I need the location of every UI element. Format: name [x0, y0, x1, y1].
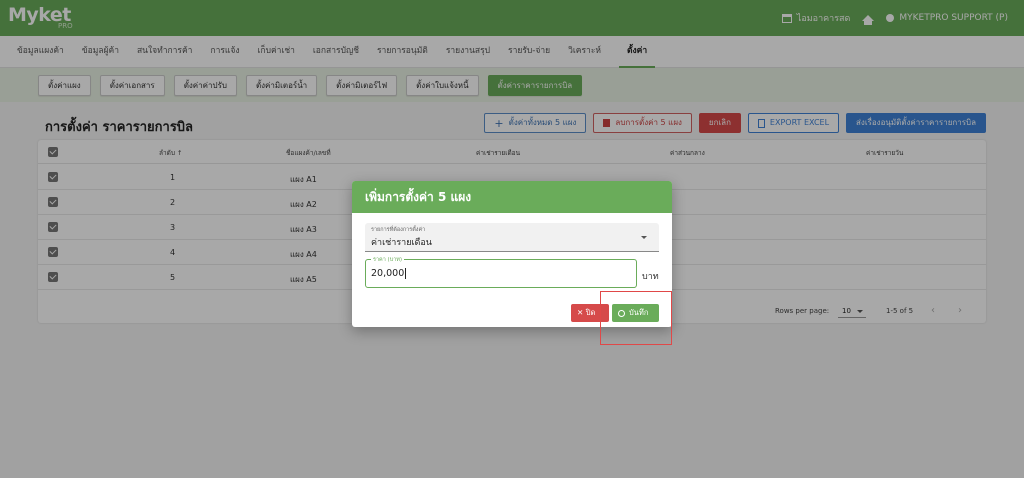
setting-item-select[interactable]: รายการที่ต้องการตั้งค่า ค่าเช่ารายเดือน	[365, 223, 659, 252]
close-label: ปิด	[585, 308, 596, 317]
setting-item-value: ค่าเช่ารายเดือน	[371, 238, 432, 248]
setting-item-label: รายการที่ต้องการตั้งค่า	[371, 227, 426, 233]
dialog-title: เพิ่มการตั้งค่า 5 แผง	[352, 181, 672, 213]
price-value: 20,000	[371, 268, 405, 279]
highlight-box	[600, 291, 672, 345]
price-unit: บาท	[642, 272, 659, 282]
dropdown-arrow-icon	[641, 236, 647, 239]
close-icon: ✕	[577, 308, 584, 317]
text-cursor	[405, 268, 407, 279]
price-input[interactable]: ราคา (บาท) 20,000	[365, 256, 637, 288]
price-label: ราคา (บาท)	[371, 256, 405, 264]
